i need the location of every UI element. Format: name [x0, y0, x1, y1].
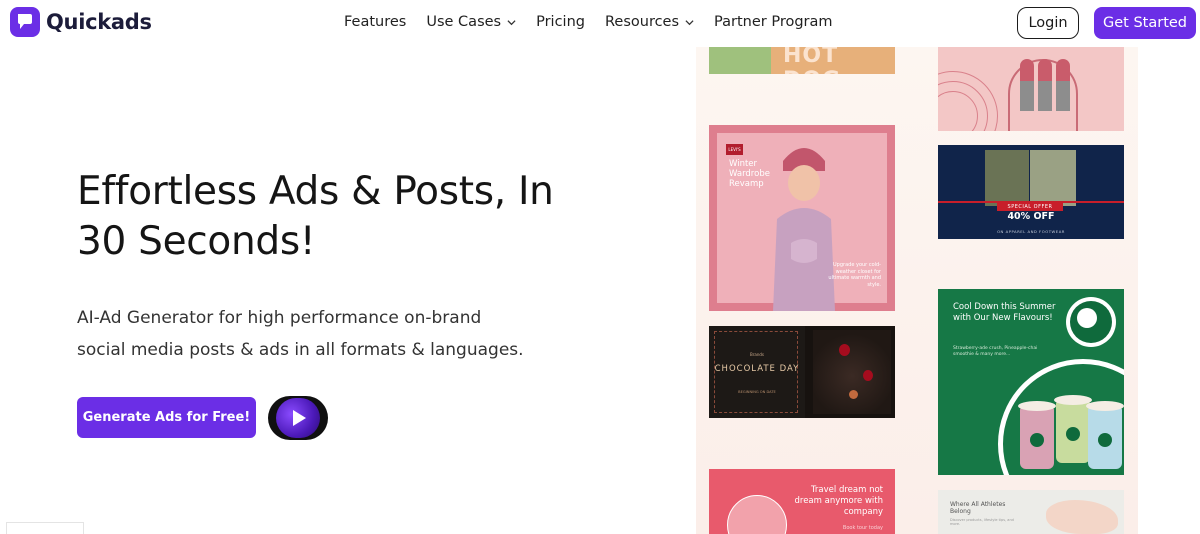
ad-card-travel: Travel dream not dream anymore with comp… [709, 469, 895, 534]
top-navbar: Quickads Features Use Cases Pricing Reso… [0, 0, 1200, 47]
starbucks-headline: Cool Down this Summer with Our New Flavo… [953, 302, 1056, 323]
chocolate-brand: Brands [750, 352, 764, 357]
lipstick-image [1056, 59, 1070, 111]
drink-cup-image [1086, 401, 1124, 469]
nav-item-use-cases[interactable]: Use Cases [426, 14, 516, 30]
chocolate-title: CHOCOLATE DAY [714, 364, 800, 374]
brand-logo[interactable]: Quickads [10, 7, 152, 37]
nav-item-pricing[interactable]: Pricing [536, 14, 585, 30]
offer-photo [1030, 150, 1076, 206]
ad-card-hotdog-text: HOT DOG [783, 47, 840, 74]
ad-card-special-offer: SPECIAL OFFER 40% OFF ON APPAREL AND FOO… [938, 145, 1124, 239]
ad-card-hotdog: HOT DOG [709, 47, 895, 74]
ad-card-levis: LEVI'S Winter Wardrobe Revamp Upgrade yo… [709, 125, 895, 311]
traveler-photo [727, 495, 787, 534]
lipstick-image [1020, 59, 1034, 111]
headline-line-1: Effortless Ads & Posts, In [77, 169, 554, 214]
nav-item-features[interactable]: Features [344, 14, 406, 30]
athletes-small: Discover products, lifestyle tips, and m… [950, 518, 1014, 526]
starbucks-logo-icon [1066, 297, 1116, 347]
ad-card-starbucks: Cool Down this Summer with Our New Flavo… [938, 289, 1124, 475]
subtitle-line-2: social media posts & ads in all formats … [77, 340, 524, 360]
chevron-down-icon [507, 19, 516, 25]
hero-subtitle: AI-Ad Generator for high performance on-… [77, 302, 537, 366]
nav-item-label: Pricing [536, 14, 585, 30]
nav-item-label: Features [344, 14, 407, 30]
ad-card-levis-footer: Upgrade your cold-weather closet for ult… [828, 262, 881, 288]
generate-ads-button[interactable]: Generate Ads for Free! [77, 397, 256, 438]
headline-line-2: 30 Seconds! [77, 219, 316, 264]
levis-logo: LEVI'S [726, 144, 743, 155]
logo-mark-icon [10, 7, 40, 37]
ad-card-levis-headline: Winter Wardrobe Revamp [729, 159, 770, 189]
play-video-button[interactable] [268, 396, 328, 440]
login-button[interactable]: Login [1017, 7, 1079, 39]
nav-item-partner-program[interactable]: Partner Program [714, 14, 833, 30]
drink-cup-image [1054, 395, 1092, 463]
offer-tag: SPECIAL OFFER [997, 203, 1063, 211]
nav-item-label: Use Cases [426, 14, 502, 30]
nav-item-label: Partner Program [714, 14, 833, 30]
shoe-image [1046, 500, 1118, 534]
chocolate-date: BEGINNING ON DATE [738, 390, 776, 394]
cookie-widget-edge [6, 522, 84, 534]
chocolate-cake-image [813, 330, 891, 414]
ad-card-athletes: Where All Athletes Belong Discover produ… [938, 490, 1124, 534]
drink-cup-image [1018, 401, 1056, 469]
chevron-down-icon [685, 19, 694, 25]
hero-headline: Effortless Ads & Posts, In 30 Seconds! [77, 167, 637, 267]
ad-card-lipstick [938, 47, 1124, 131]
subtitle-line-1: AI-Ad Generator for high performance on-… [77, 308, 482, 328]
travel-small: Book tour today [842, 525, 883, 531]
ad-examples-gallery: HOT DOG LEVI'S Winter Wardrobe Revamp Up… [696, 47, 1138, 534]
ad-card-chocolate-day: Brands CHOCOLATE DAY BEGINNING ON DATE [709, 326, 895, 418]
offer-photo [985, 150, 1029, 206]
travel-headline: Travel dream not dream anymore with comp… [794, 485, 883, 517]
athletes-headline: Where All Athletes Belong [950, 501, 1006, 515]
nav-item-label: Resources [604, 14, 680, 30]
offer-discount: 40% OFF [1007, 211, 1055, 222]
starbucks-subtext: Strawberry-ade crush, Pineapple-chai smo… [953, 346, 1038, 357]
lipstick-image [1038, 59, 1052, 111]
offer-small-text: ON APPAREL AND FOOTWEAR [997, 229, 1065, 234]
nav-item-resources[interactable]: Resources [605, 14, 694, 30]
get-started-button[interactable]: Get Started [1094, 7, 1196, 39]
brand-name: Quickads [46, 10, 152, 34]
main-menu: Features Use Cases Pricing Resources Par… [344, 14, 853, 30]
play-icon [276, 398, 320, 438]
